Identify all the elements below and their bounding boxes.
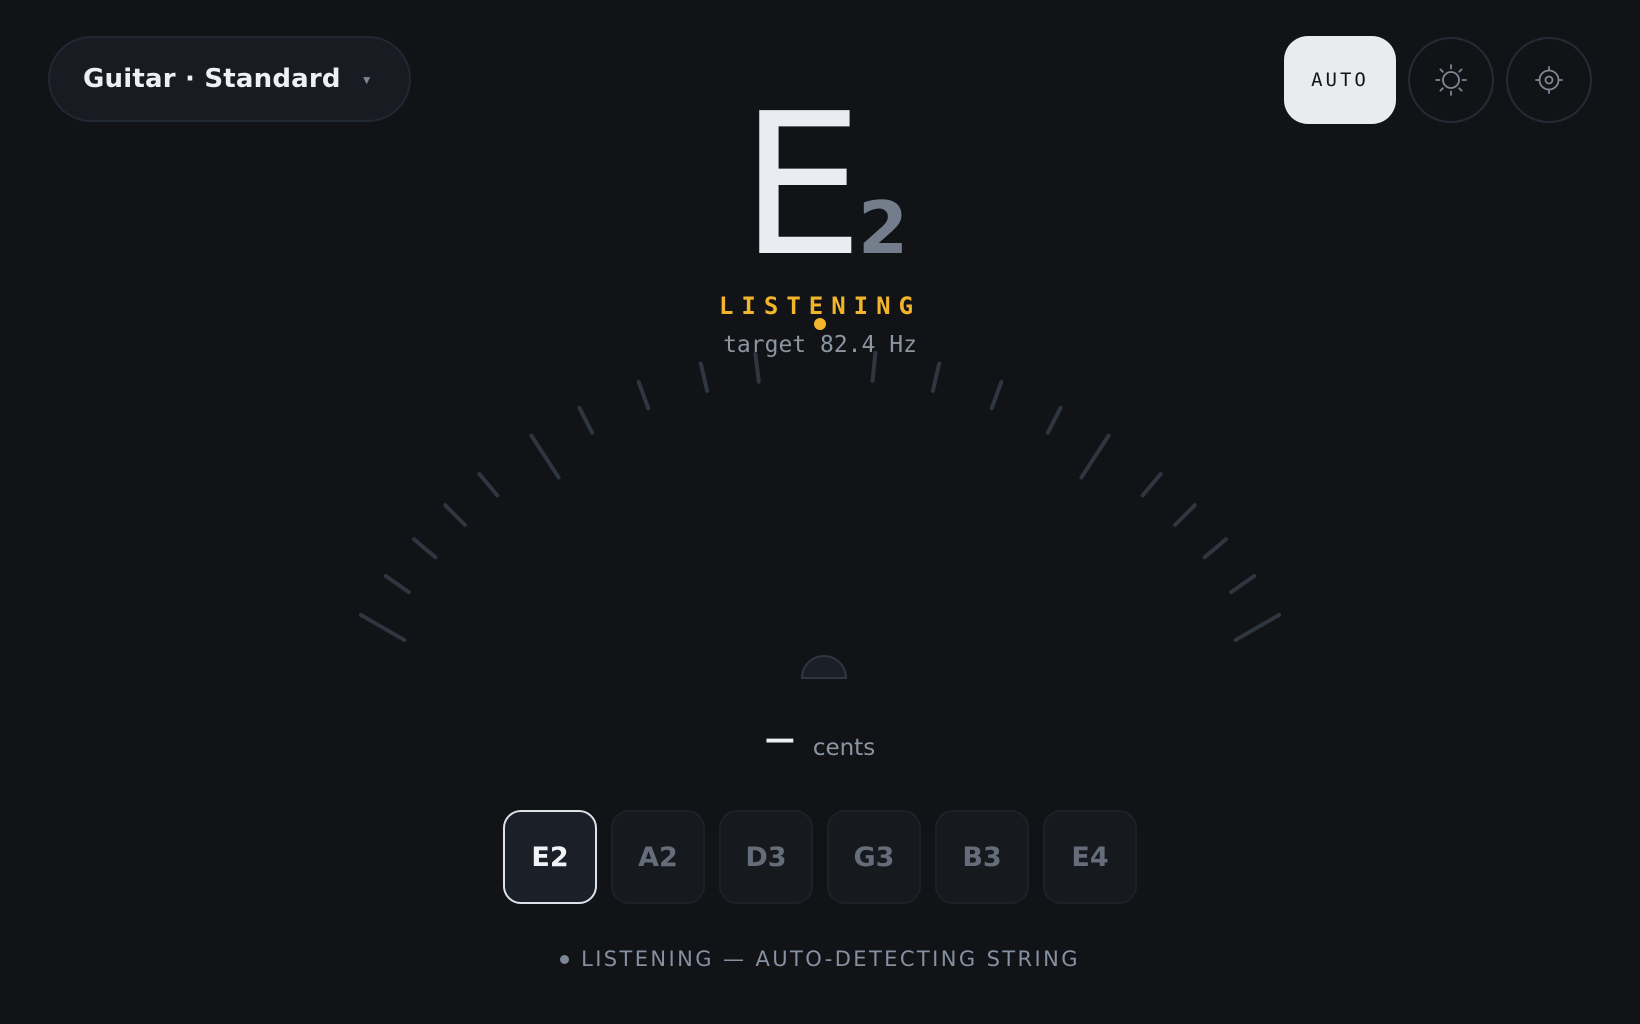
meter-tick [1079, 433, 1111, 480]
meter-tick [1229, 574, 1257, 595]
footer-status-text: LISTENING — AUTO-DETECTING STRING [581, 947, 1080, 971]
meter-tick [698, 361, 710, 393]
string-selector: E2 A2 D3 G3 B3 E4 [0, 810, 1640, 904]
caret-down-icon: ▼ [360, 73, 373, 87]
meter-tick [1202, 537, 1228, 560]
meter-tick [359, 613, 407, 642]
string-button-e2[interactable]: E2 [503, 810, 597, 904]
string-button-b3[interactable]: B3 [935, 810, 1029, 904]
cents-unit: cents [812, 735, 876, 761]
cents-value: — [764, 722, 795, 757]
meter-tick [989, 380, 1004, 411]
meter-tick [636, 380, 651, 411]
meter-tick [477, 472, 500, 498]
note-letter: E [740, 72, 864, 300]
meter-tick [529, 433, 561, 480]
target-frequency: target 82.4 Hz [723, 332, 917, 358]
meter-tick [577, 405, 595, 435]
status-dot [560, 954, 570, 964]
meter-tick [753, 352, 761, 384]
meter-tick [1233, 613, 1281, 642]
note-octave: 2 [858, 186, 909, 270]
meter-tick [1173, 503, 1197, 527]
meter-tick [1045, 405, 1063, 435]
meter-ticks [359, 350, 1281, 642]
string-button-a2[interactable]: A2 [611, 810, 705, 904]
needle-hub [800, 655, 848, 679]
meter-tick [930, 361, 942, 393]
string-button-d3[interactable]: D3 [719, 810, 813, 904]
meter-tick [412, 537, 438, 560]
meter-tick [1140, 472, 1163, 498]
note-display: E 2 [0, 88, 1640, 284]
string-button-g3[interactable]: G3 [827, 810, 921, 904]
meter-tick [383, 574, 411, 595]
string-button-e4[interactable]: E4 [1043, 810, 1137, 904]
footer-status: LISTENING — AUTO-DETECTING STRING [0, 947, 1640, 971]
cents-readout: — cents [0, 722, 1640, 763]
meter-tick [443, 503, 467, 527]
listening-status: LISTENING [718, 292, 922, 320]
